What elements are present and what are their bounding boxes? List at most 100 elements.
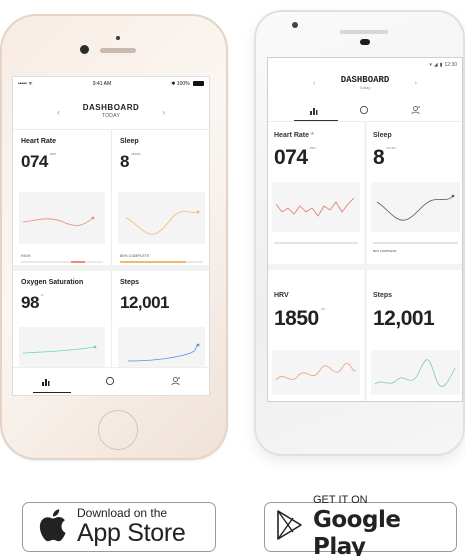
metric-grid: Heart Rate 074/ BPM HIGH Sleep 8/ HOURS …	[13, 129, 209, 369]
android-device: ▾ ◢ ▮ 12:30 ‹ DASHBOARD Today › Heart Ra…	[254, 10, 465, 456]
android-tab-bar	[268, 100, 462, 122]
sleep-sparkline	[371, 182, 460, 232]
page-title: DASHBOARD	[82, 103, 140, 112]
circle-icon[interactable]	[359, 102, 369, 120]
earpiece-speaker	[340, 30, 388, 34]
dashboard-header: ‹ DASHBOARD Today ›	[268, 72, 462, 100]
chevron-right-icon[interactable]: ›	[162, 108, 165, 117]
active-tab-indicator	[33, 391, 71, 393]
progress-bar	[373, 242, 458, 244]
battery-icon	[192, 81, 204, 87]
card-value: 98%	[21, 293, 44, 312]
card-value: 8/ HOURS	[373, 146, 396, 169]
status-time: 12:30	[444, 62, 457, 68]
heart-rate-sparkline	[272, 182, 360, 232]
badge-text: Download on the App Store	[77, 507, 186, 547]
front-camera	[292, 22, 298, 28]
card-label: Heart Rate	[21, 138, 57, 145]
apple-logo-icon	[37, 507, 67, 548]
steps-card[interactable]: Steps 12,001	[112, 271, 209, 369]
battery-percent: 100%	[176, 81, 190, 87]
battery-icon: ▮	[439, 62, 443, 68]
sleep-card[interactable]: Sleep 8/ HOURS 80% COMPLETE	[367, 122, 462, 264]
bar-chart-icon[interactable]	[309, 102, 318, 120]
carrier-signal: ••••• ᯤ	[18, 81, 33, 87]
card-value: 074/ BPM	[274, 146, 316, 169]
chevron-right-icon[interactable]: ›	[415, 80, 417, 87]
hrv-card[interactable]: HRV 1850 CAL	[268, 270, 364, 401]
card-label: Sleep	[373, 132, 392, 139]
bar-chart-icon[interactable]	[41, 373, 50, 391]
iphone-device: ••••• ᯤ 9:41 AM ✱ 100% ‹ DASHBOARD TODAY…	[0, 14, 228, 460]
card-note: 80% COMPLETE	[120, 254, 150, 258]
android-status-bar: ▾ ◢ ▮ 12:30	[268, 58, 462, 72]
page-subtitle: Today	[359, 85, 371, 90]
card-label: Heart Rate *	[274, 132, 314, 139]
steps-sparkline	[118, 327, 205, 367]
ios-tab-bar	[13, 367, 209, 395]
badge-big-text: App Store	[77, 519, 186, 547]
card-unit: / HOURS	[386, 146, 396, 150]
progress-bar	[274, 242, 358, 244]
app-store-badge[interactable]: Download on the App Store	[22, 502, 216, 552]
chevron-left-icon[interactable]: ‹	[313, 80, 315, 87]
ios-status-bar: ••••• ᯤ 9:41 AM ✱ 100%	[13, 77, 209, 91]
card-value: 8/ HOURS	[120, 152, 141, 171]
card-label: Oxygen Saturation	[21, 279, 84, 286]
card-value: 1850 CAL	[274, 307, 326, 330]
badge-text: GET IT ON Google Play	[313, 494, 456, 556]
steps-card[interactable]: Steps 12,001	[367, 270, 462, 401]
card-unit: CAL	[320, 307, 326, 311]
active-tab-indicator	[294, 119, 338, 121]
badge-small-text: GET IT ON	[313, 493, 368, 506]
sleep-card[interactable]: Sleep 8/ HOURS 80% COMPLETE	[112, 130, 209, 265]
proximity-sensor	[116, 36, 120, 40]
card-note: 80% COMPLETE	[373, 249, 397, 253]
circle-icon[interactable]	[105, 373, 115, 391]
android-screen: ▾ ◢ ▮ 12:30 ‹ DASHBOARD Today › Heart Ra…	[267, 57, 463, 402]
sleep-sparkline	[118, 192, 205, 244]
iphone-screen: ••••• ᯤ 9:41 AM ✱ 100% ‹ DASHBOARD TODAY…	[12, 76, 210, 396]
card-unit: / BPM	[309, 146, 316, 150]
dashboard-header: ‹ DASHBOARD TODAY ›	[13, 91, 209, 129]
card-label: HRV	[274, 292, 289, 299]
card-unit: %	[40, 293, 44, 297]
card-unit: / BPM	[49, 152, 56, 156]
oxygen-sparkline	[19, 327, 105, 367]
badge-big-text: Google Play	[313, 506, 401, 556]
front-camera	[80, 45, 89, 54]
card-value: 12,001	[120, 293, 170, 312]
status-time: 9:41 AM	[92, 81, 112, 87]
hrv-sparkline	[272, 350, 360, 395]
steps-sparkline	[371, 350, 460, 395]
battery-status: ✱ 100%	[171, 81, 204, 87]
card-unit: / HOURS	[130, 152, 141, 156]
bluetooth-icon: ✱	[171, 81, 176, 87]
card-note: HIGH	[21, 254, 31, 258]
wifi-icon: ▾	[429, 62, 432, 68]
metric-grid: Heart Rate * 074/ BPM Sleep 8/ HOURS 80%	[268, 122, 462, 401]
person-add-icon[interactable]	[171, 373, 181, 391]
heart-rate-sparkline	[19, 192, 105, 244]
app-showcase: ••••• ᯤ 9:41 AM ✱ 100% ‹ DASHBOARD TODAY…	[0, 0, 465, 556]
signal-icon: ◢	[433, 62, 438, 68]
progress-bar	[120, 261, 203, 263]
progress-bar	[21, 261, 103, 263]
page-subtitle: TODAY	[101, 113, 121, 119]
chevron-left-icon[interactable]: ‹	[57, 108, 60, 117]
card-value: 12,001	[373, 307, 435, 330]
label-mark: *	[310, 132, 314, 139]
oxygen-saturation-card[interactable]: Oxygen Saturation 98%	[13, 271, 111, 369]
google-play-badge[interactable]: GET IT ON Google Play	[264, 494, 457, 556]
card-label: Steps	[120, 279, 140, 286]
person-add-icon[interactable]	[411, 102, 421, 120]
proximity-sensor	[360, 39, 370, 45]
page-title: DASHBOARD	[340, 75, 390, 85]
card-label: Steps	[373, 292, 393, 299]
card-label: Sleep	[120, 138, 139, 145]
card-value: 074/ BPM	[21, 152, 56, 171]
heart-rate-card[interactable]: Heart Rate 074/ BPM HIGH	[13, 130, 111, 265]
home-button[interactable]	[98, 410, 138, 450]
earpiece-speaker	[100, 48, 136, 53]
heart-rate-card[interactable]: Heart Rate * 074/ BPM	[268, 122, 364, 264]
